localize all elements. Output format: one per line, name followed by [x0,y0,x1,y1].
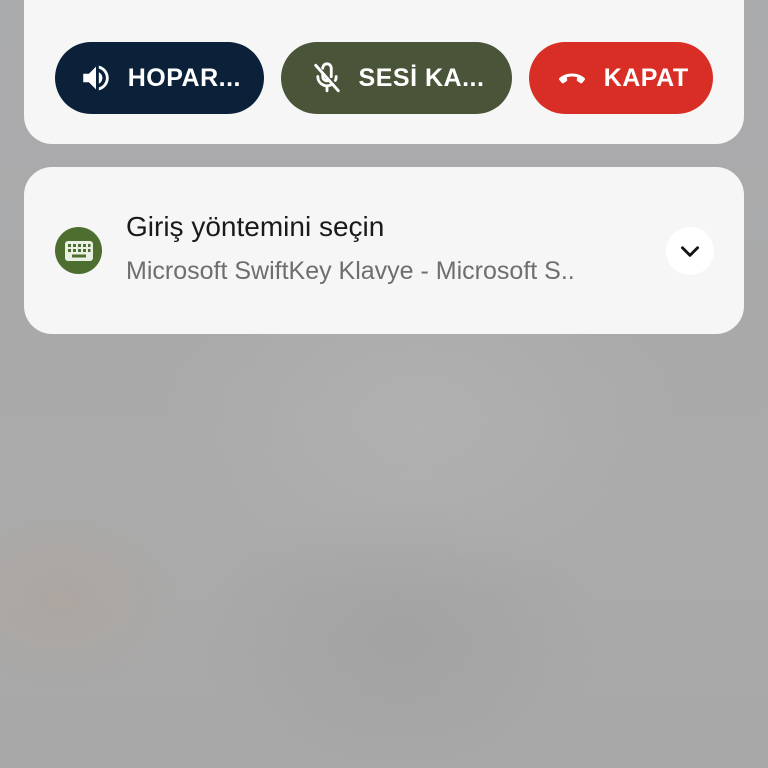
call-actions: HOPAR... SESİ KA... KAPAT [55,42,713,114]
speaker-label: HOPAR... [127,63,241,92]
keyboard-icon [55,227,102,274]
mute-button[interactable]: SESİ KA... [280,42,513,114]
call-controls-card: HOPAR... SESİ KA... KAPAT [24,0,744,144]
notification-subtitle: Microsoft SwiftKey Klavye - Microsoft S.… [126,257,575,285]
notification-title: Giriş yöntemini seçin [126,211,385,242]
mute-label: SESİ KA... [358,63,485,92]
mic-off-icon [309,60,345,96]
chevron-down-icon [677,238,703,264]
phone-hangup-icon [554,60,590,96]
expand-button[interactable] [666,227,714,275]
speaker-icon [78,60,114,96]
input-method-notification[interactable]: Giriş yöntemini seçin Microsoft SwiftKey… [24,167,744,334]
hangup-label: KAPAT [603,63,689,92]
hangup-button[interactable]: KAPAT [529,42,713,114]
speaker-button[interactable]: HOPAR... [55,42,264,114]
